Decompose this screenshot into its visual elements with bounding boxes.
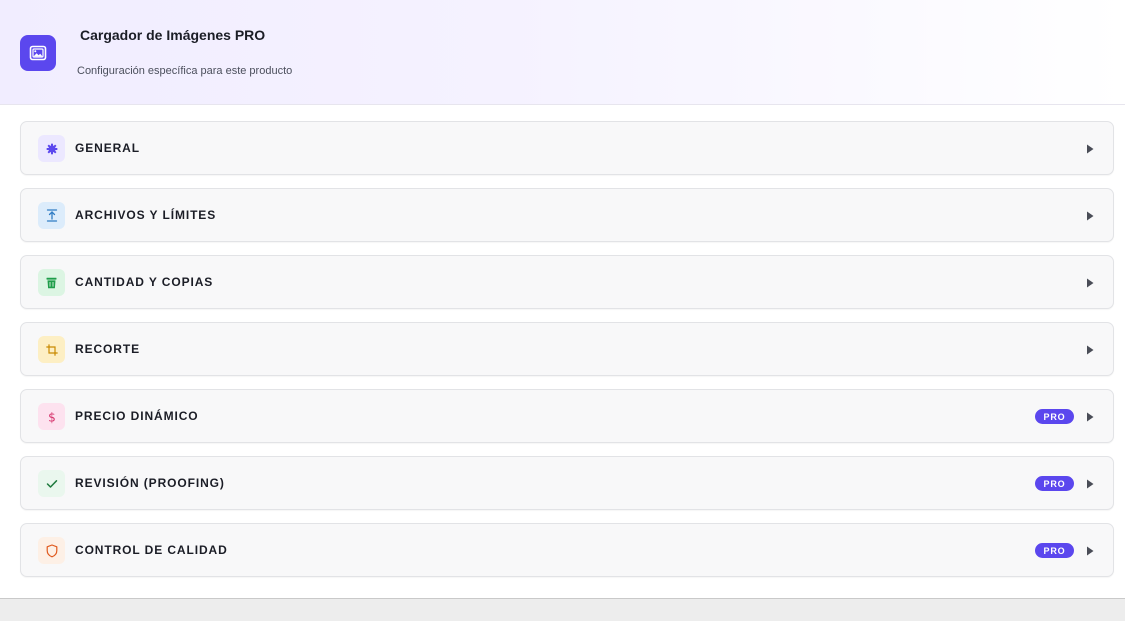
section-precio-dinamico[interactable]: $ PRECIO DINÁMICO PRO	[20, 389, 1114, 443]
image-upload-icon	[20, 35, 56, 71]
chevron-right-icon	[1085, 545, 1095, 557]
pro-badge: PRO	[1035, 409, 1074, 424]
chevron-right-icon	[1085, 143, 1095, 155]
section-general[interactable]: GENERAL	[20, 121, 1114, 175]
section-revision-proofing[interactable]: REVISIÓN (PROOFING) PRO	[20, 456, 1114, 510]
dollar-icon: $	[38, 403, 65, 430]
pro-badge: PRO	[1035, 543, 1074, 558]
shield-icon	[38, 537, 65, 564]
crop-icon	[38, 336, 65, 363]
section-label: ARCHIVOS Y LÍMITES	[75, 208, 217, 222]
page-subtitle: Configuración específica para este produ…	[77, 65, 293, 77]
section-label: CANTIDAD Y COPIAS	[75, 275, 214, 289]
chevron-right-icon	[1085, 344, 1095, 356]
section-label: RECORTE	[75, 342, 140, 356]
settings-sections: GENERAL ARCHIVOS Y LÍMITES CANTIDAD Y CO…	[20, 121, 1114, 590]
section-label: REVISIÓN (PROOFING)	[75, 476, 225, 490]
chevron-right-icon	[1085, 411, 1095, 423]
copies-icon	[38, 269, 65, 296]
page: Cargador de Imágenes PRO Configuración e…	[0, 0, 1125, 621]
chevron-right-icon	[1085, 478, 1095, 490]
check-icon	[38, 470, 65, 497]
section-label: GENERAL	[75, 141, 140, 155]
footer-bar	[0, 598, 1125, 621]
section-label: CONTROL DE CALIDAD	[75, 543, 228, 557]
section-recorte[interactable]: RECORTE	[20, 322, 1114, 376]
page-title: Cargador de Imágenes PRO	[80, 27, 266, 43]
gear-icon	[38, 135, 65, 162]
pro-badge: PRO	[1035, 476, 1074, 491]
section-archivos-limites[interactable]: ARCHIVOS Y LÍMITES	[20, 188, 1114, 242]
chevron-right-icon	[1085, 210, 1095, 222]
svg-text:$: $	[48, 410, 56, 424]
section-label: PRECIO DINÁMICO	[75, 409, 199, 423]
header: Cargador de Imágenes PRO Configuración e…	[0, 0, 1125, 105]
section-control-calidad[interactable]: CONTROL DE CALIDAD PRO	[20, 523, 1114, 577]
chevron-right-icon	[1085, 277, 1095, 289]
upload-icon	[38, 202, 65, 229]
section-cantidad-copias[interactable]: CANTIDAD Y COPIAS	[20, 255, 1114, 309]
